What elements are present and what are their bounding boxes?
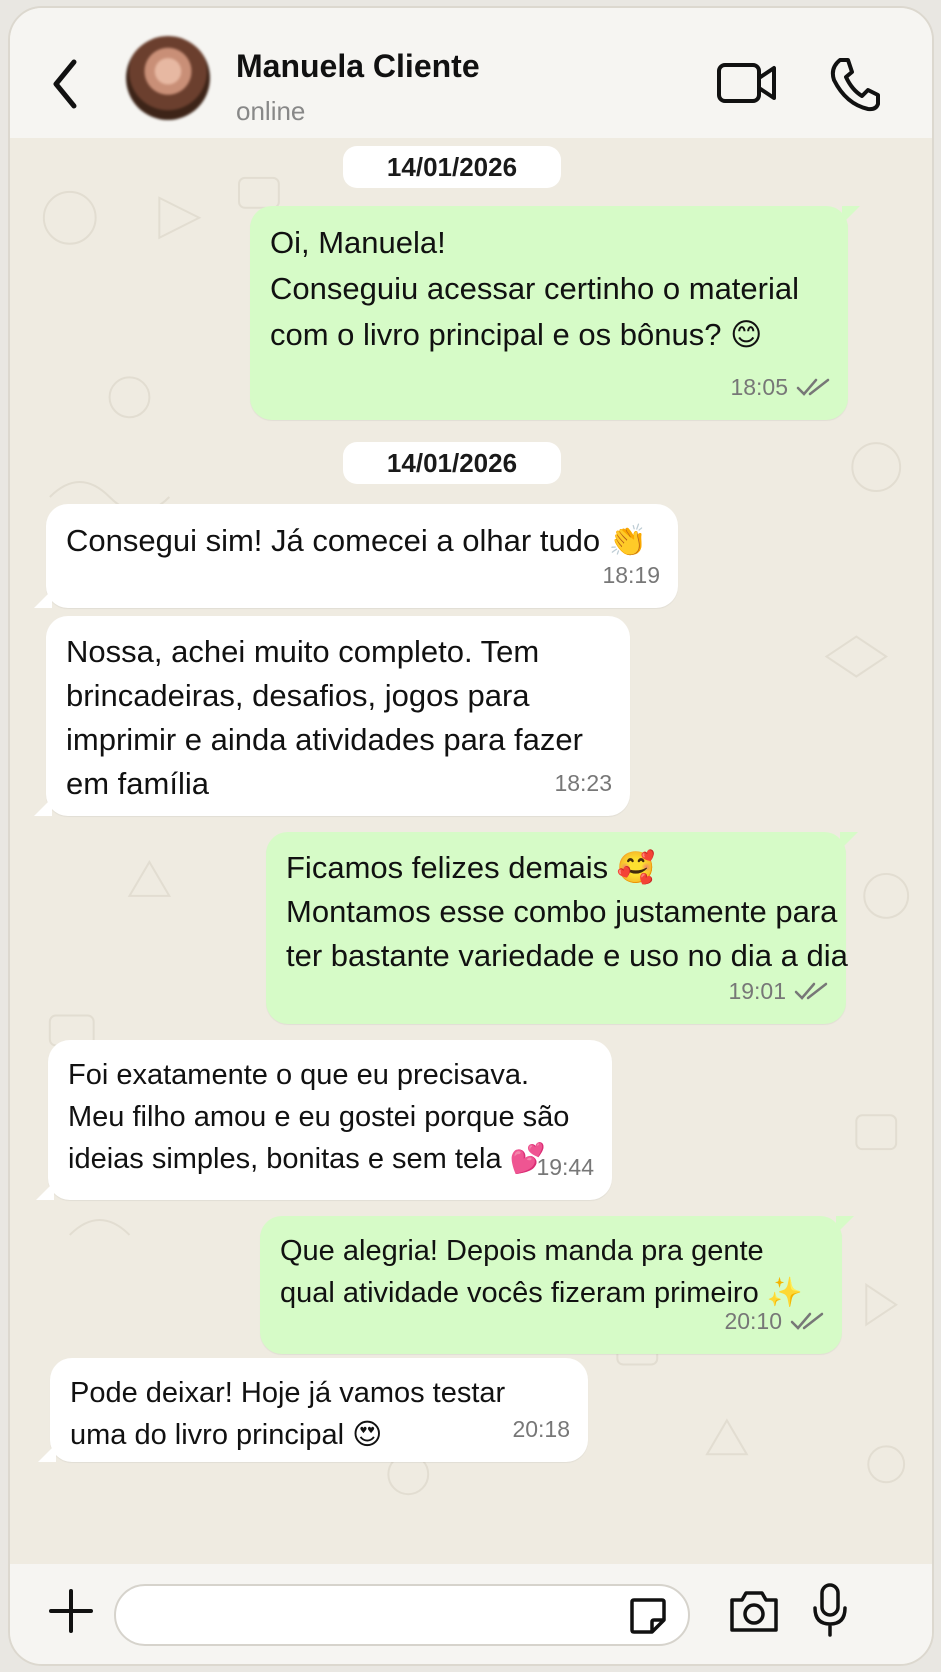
composer-bar bbox=[10, 1564, 932, 1664]
message-text: Consegui sim! Já comecei a olhar tudo 👏 bbox=[66, 523, 648, 558]
message-text: Oi, Manuela! bbox=[270, 225, 446, 260]
message-text: Meu filho amou e eu gostei porque são bbox=[68, 1101, 570, 1133]
message-text: uma do livro principal 😍 bbox=[70, 1419, 383, 1451]
incoming-message[interactable]: Pode deixar! Hoje já vamos testar uma do… bbox=[38, 1358, 588, 1462]
plus-icon[interactable] bbox=[48, 1588, 94, 1634]
message-text: Nossa, achei muito completo. Tem bbox=[66, 634, 540, 669]
message-time: 20:18 bbox=[512, 1416, 570, 1442]
chat-screen: Manuela Cliente online 14/01/2026 Oi, Ma… bbox=[8, 6, 934, 1666]
phone-icon[interactable] bbox=[828, 56, 880, 112]
date-separator: 14/01/2026 bbox=[343, 442, 561, 484]
double-check-icon bbox=[790, 1312, 824, 1330]
contact-status: online bbox=[236, 96, 306, 126]
back-arrow-icon[interactable] bbox=[46, 54, 86, 114]
message-text: Foi exatamente o que eu precisava. bbox=[68, 1059, 530, 1091]
message-text: Ficamos felizes demais 🥰 bbox=[286, 850, 656, 885]
message-time: 20:10 bbox=[724, 1308, 782, 1334]
message-text: Montamos esse combo justamente para bbox=[286, 894, 838, 929]
message-text: Conseguiu acessar certinho o material bbox=[270, 271, 799, 306]
message-time: 19:01 bbox=[728, 978, 786, 1004]
avatar[interactable] bbox=[126, 36, 210, 120]
contact-name[interactable]: Manuela Cliente bbox=[236, 48, 480, 85]
message-text: com o livro principal e os bônus? 😊 bbox=[270, 317, 763, 352]
microphone-icon[interactable] bbox=[810, 1582, 850, 1638]
camera-icon[interactable] bbox=[728, 1588, 780, 1634]
double-check-icon bbox=[794, 982, 828, 1000]
message-text: ideias simples, bonitas e sem tela 💕 bbox=[68, 1143, 546, 1175]
chat-header: Manuela Cliente online bbox=[10, 8, 932, 138]
double-check-icon bbox=[796, 378, 830, 396]
outgoing-message[interactable]: Ficamos felizes demais 🥰 Montamos esse c… bbox=[266, 832, 858, 1024]
message-input[interactable] bbox=[114, 1584, 690, 1646]
incoming-message[interactable]: Consegui sim! Já comecei a olhar tudo 👏 … bbox=[34, 504, 678, 608]
incoming-message[interactable]: Foi exatamente o que eu precisava. Meu f… bbox=[36, 1040, 612, 1200]
message-time: 18:19 bbox=[602, 562, 660, 588]
message-time: 18:23 bbox=[554, 770, 612, 796]
sticker-icon[interactable] bbox=[628, 1596, 668, 1636]
incoming-message[interactable]: Nossa, achei muito completo. Tem brincad… bbox=[34, 616, 630, 816]
video-call-icon[interactable] bbox=[716, 60, 778, 106]
message-text: Que alegria! Depois manda pra gente bbox=[280, 1235, 764, 1267]
outgoing-message[interactable]: Oi, Manuela! Conseguiu acessar certinho … bbox=[250, 206, 860, 420]
message-text: brincadeiras, desafios, jogos para bbox=[66, 678, 530, 713]
message-text: imprimir e ainda atividades para fazer bbox=[66, 722, 583, 757]
message-text: em família bbox=[66, 766, 209, 801]
message-text: Pode deixar! Hoje já vamos testar bbox=[70, 1377, 506, 1409]
outgoing-message[interactable]: Que alegria! Depois manda pra gente qual… bbox=[260, 1216, 854, 1354]
message-time: 19:44 bbox=[536, 1154, 594, 1180]
date-separator: 14/01/2026 bbox=[343, 146, 561, 188]
message-time: 18:05 bbox=[730, 374, 788, 400]
